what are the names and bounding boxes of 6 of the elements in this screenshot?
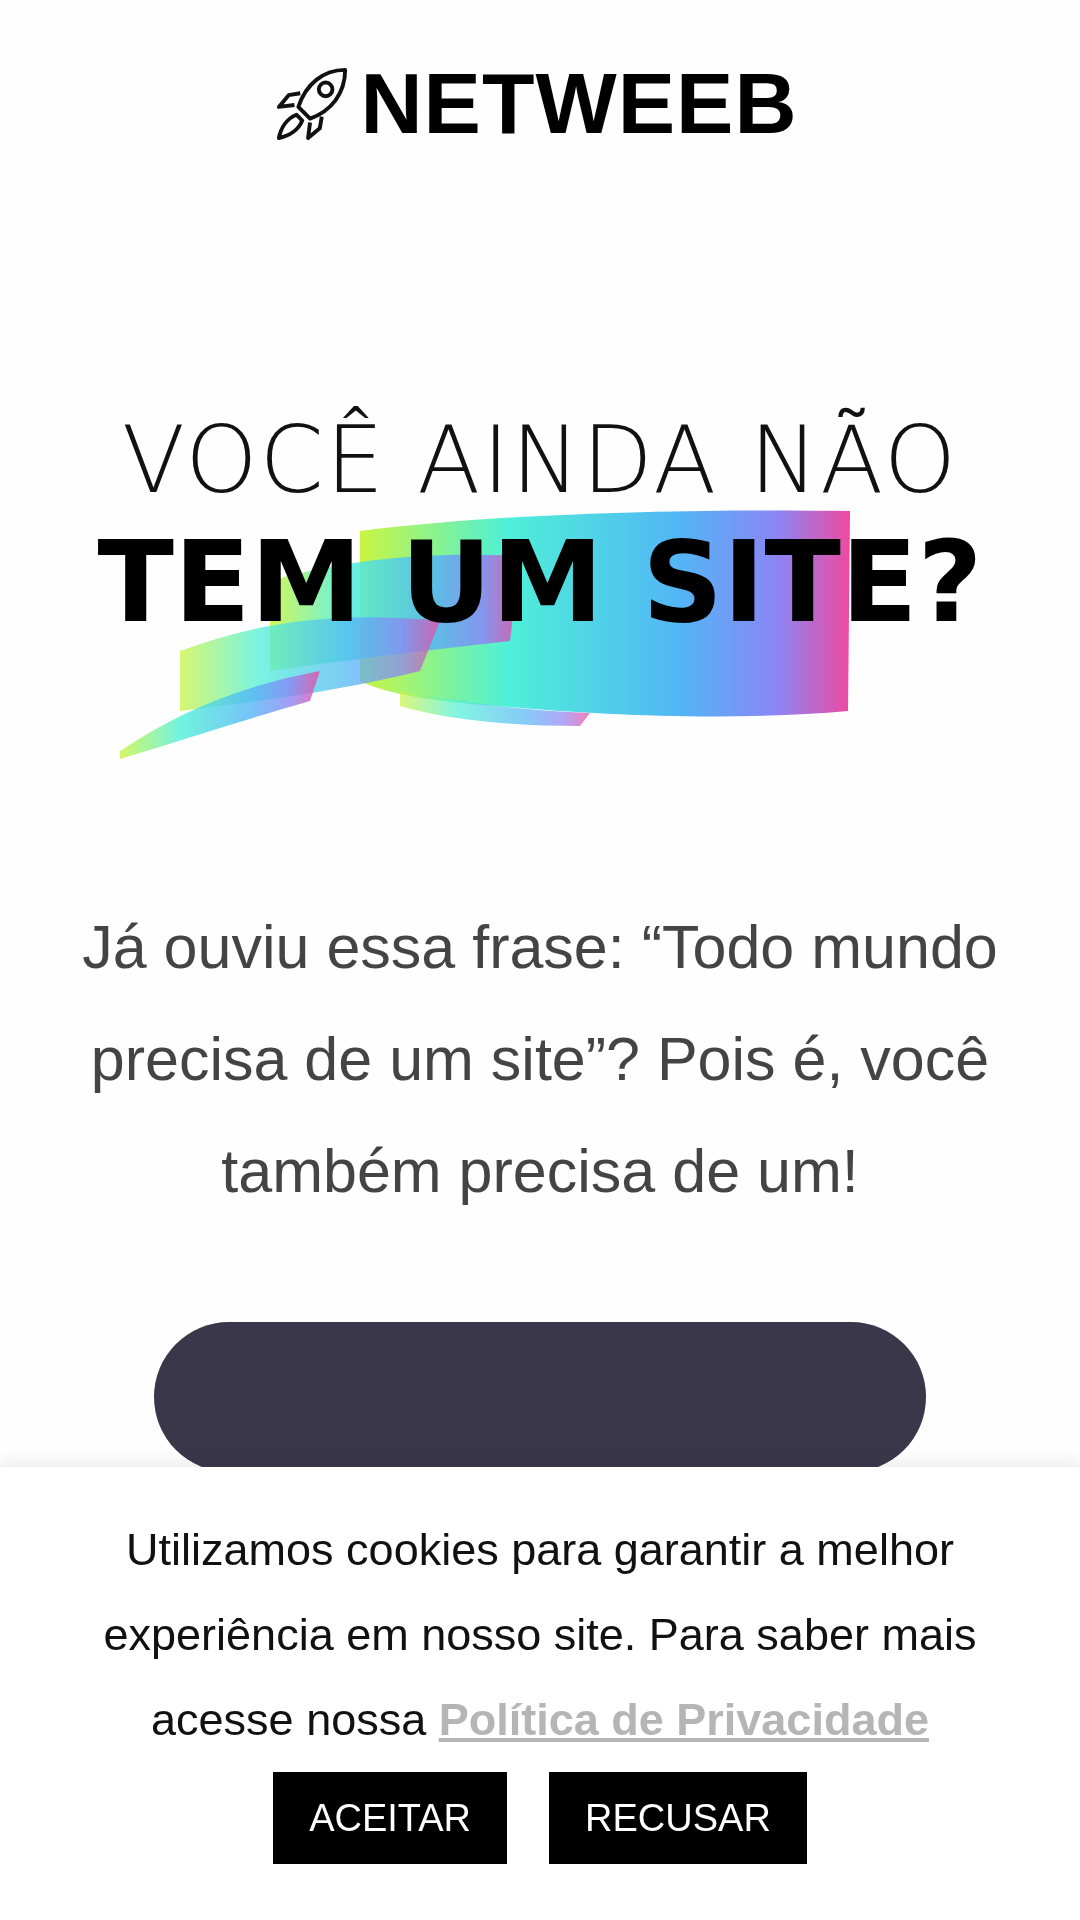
decline-button[interactable]: RECUSAR — [549, 1772, 807, 1864]
headline-light: VOCÊ AINDA NÃO — [121, 405, 959, 516]
accept-button[interactable]: ACEITAR — [273, 1772, 508, 1864]
intro-paragraph: Já ouviu essa frase: “Todo mundo precisa de um site”? Pois é, você também precisa de um! — [81, 912, 999, 1207]
logo-text: NETWEEB — [360, 60, 798, 146]
cookie-notice: Utilizamos cookies para garantir a melhor experiência em nosso site. Para saber mais acesse nossa Política de Privacidade — [102, 1523, 978, 1747]
